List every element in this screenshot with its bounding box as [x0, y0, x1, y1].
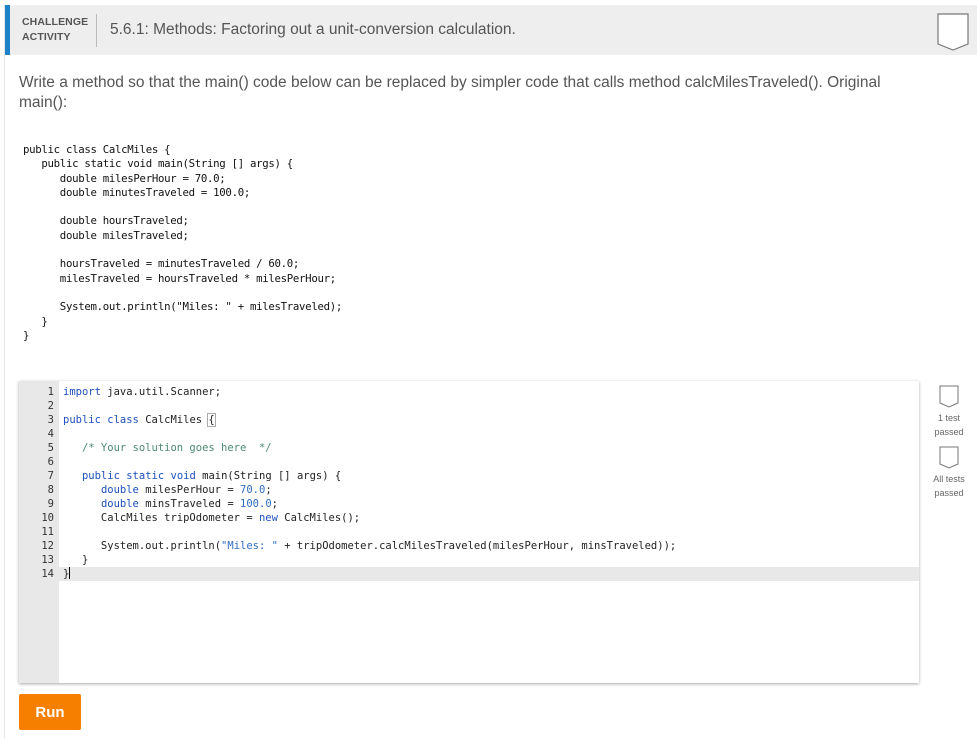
- line-number: 1: [47, 386, 54, 398]
- line-number: 9: [47, 498, 54, 510]
- line-number: 12: [41, 540, 54, 552]
- activity-type-line2: ACTIVITY: [22, 31, 71, 43]
- code-editor[interactable]: 1 import java.util.Scanner; 2 3 public class…: [19, 381, 919, 683]
- test-status-label: All tests: [933, 474, 965, 484]
- code-lines[interactable]: 1 import java.util.Scanner; 2 3 public class…: [19, 385, 919, 581]
- chevron-badge-icon: [939, 385, 959, 408]
- header-divider: [96, 14, 97, 47]
- line-number: 7: [47, 470, 54, 482]
- activity-header: CHALLENGE ACTIVITY 5.6.1: Methods: Facto…: [5, 5, 977, 55]
- code-token: void: [170, 470, 196, 482]
- code-line[interactable]: 10 CalcMiles tripOdometer = new CalcMile…: [19, 511, 919, 525]
- line-text[interactable]: double minsTraveled = 100.0;: [63, 497, 278, 511]
- code-token: main(String [] args) {: [195, 470, 342, 482]
- code-token: 70.0: [240, 484, 266, 496]
- code-line[interactable]: 7 public static void main(String [] args…: [19, 469, 919, 483]
- test-status-1: 1 test passed: [921, 385, 977, 439]
- line-text[interactable]: System.out.println("Miles: " + tripOdome…: [63, 539, 676, 553]
- code-token: ;: [265, 484, 272, 496]
- line-number: 2: [47, 400, 54, 412]
- code-line[interactable]: 4: [19, 427, 919, 441]
- activity-type-label: CHALLENGE ACTIVITY: [22, 15, 88, 45]
- run-button[interactable]: Run: [19, 694, 81, 730]
- code-token: public: [81, 470, 120, 482]
- code-line[interactable]: 8 double milesPerHour = 70.0;: [19, 483, 919, 497]
- code-token: + tripOdometer.calcMilesTraveled(milesPe…: [277, 540, 677, 552]
- code-token: /* Your solution goes here */: [81, 442, 272, 454]
- code-line[interactable]: 11: [19, 525, 919, 539]
- code-token: CalcMiles: [138, 414, 209, 426]
- code-token: import: [63, 386, 101, 398]
- code-token: double: [100, 498, 139, 510]
- code-token: public: [63, 414, 101, 426]
- code-token: milesPerHour =: [138, 484, 241, 496]
- line-text[interactable]: double milesPerHour = 70.0;: [63, 483, 272, 497]
- line-text[interactable]: }: [63, 567, 71, 581]
- code-token: ;: [271, 498, 278, 510]
- line-text[interactable]: import java.util.Scanner;: [63, 385, 221, 399]
- code-token: System.out.println(: [63, 540, 222, 552]
- text-cursor: [69, 567, 71, 579]
- code-token: static: [126, 470, 165, 482]
- line-text[interactable]: }: [63, 553, 88, 567]
- chevron-badge-icon: [939, 446, 959, 469]
- test-status-label: passed: [934, 427, 964, 437]
- line-text[interactable]: public static void main(String [] args) …: [63, 469, 341, 483]
- code-token: class: [107, 414, 139, 426]
- line-text[interactable]: CalcMiles tripOdometer = new CalcMiles()…: [63, 511, 360, 525]
- instructions-text: Write a method so that the main() code b…: [19, 74, 881, 111]
- code-line[interactable]: 1 import java.util.Scanner;: [19, 385, 919, 399]
- line-text[interactable]: /* Your solution goes here */: [63, 441, 272, 455]
- code-line[interactable]: 9 double minsTraveled = 100.0;: [19, 497, 919, 511]
- line-number: 11: [41, 526, 54, 538]
- code-line[interactable]: 13 }: [19, 553, 919, 567]
- header-accent-bar: [5, 5, 10, 55]
- line-number: 8: [47, 484, 54, 496]
- code-token: minsTraveled =: [138, 498, 241, 510]
- activity-title: 5.6.1: Methods: Factoring out a unit-con…: [110, 21, 516, 38]
- code-line[interactable]: 12 System.out.println("Miles: " + tripOd…: [19, 539, 919, 553]
- chevron-badge-icon: [937, 13, 969, 51]
- code-line[interactable]: 14}: [19, 567, 919, 581]
- code-token: CalcMiles tripOdometer =: [63, 512, 259, 524]
- code-token: {: [207, 413, 216, 427]
- line-number: 4: [47, 428, 54, 440]
- line-number: 10: [41, 512, 54, 524]
- code-token: }: [63, 554, 89, 566]
- test-status-label: 1 test: [937, 413, 960, 423]
- code-line[interactable]: 6: [19, 455, 919, 469]
- line-number: 3: [47, 414, 54, 426]
- test-status-all: All tests passed: [921, 446, 977, 500]
- line-number: 6: [47, 456, 54, 468]
- code-token: "Miles: ": [221, 540, 278, 552]
- line-number: 13: [41, 554, 54, 566]
- code-line[interactable]: 2: [19, 399, 919, 413]
- line-number: 14: [41, 568, 54, 580]
- code-token: double: [100, 484, 139, 496]
- challenge-activity-card: CHALLENGE ACTIVITY 5.6.1: Methods: Facto…: [4, 5, 977, 739]
- line-text[interactable]: public class CalcMiles {: [63, 413, 216, 427]
- code-token: new: [258, 512, 278, 524]
- code-token: CalcMiles();: [277, 512, 361, 524]
- code-line[interactable]: 3 public class CalcMiles {: [19, 413, 919, 427]
- code-token: 100.0: [240, 498, 272, 510]
- code-token: java.util.Scanner;: [100, 386, 222, 398]
- line-number: 5: [47, 442, 54, 454]
- code-line[interactable]: 5 /* Your solution goes here */: [19, 441, 919, 455]
- original-code-block: public class CalcMiles { public static v…: [23, 143, 342, 342]
- test-status-label: passed: [934, 488, 964, 498]
- activity-type-line1: CHALLENGE: [22, 16, 89, 28]
